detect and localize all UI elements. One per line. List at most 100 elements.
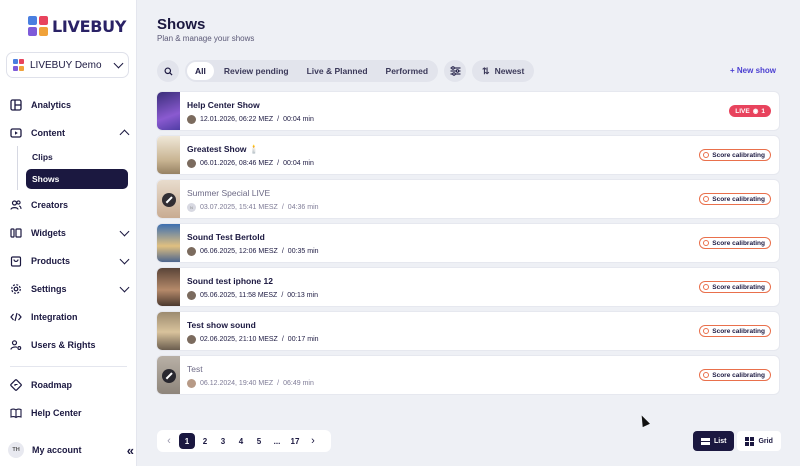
host-avatar: N	[187, 203, 196, 212]
hidden-icon	[162, 193, 176, 207]
status-label: Score calibrating	[712, 283, 765, 291]
show-date: 05.06.2025, 11:58 MESZ	[200, 292, 278, 299]
show-title: Summer Special LIVE	[187, 188, 271, 198]
status-label: Score calibrating	[712, 239, 765, 247]
search-icon	[163, 66, 173, 76]
tab-all[interactable]: All	[187, 62, 214, 80]
logo[interactable]: LIVEBUY	[28, 16, 126, 36]
avatar: TH	[8, 442, 24, 458]
show-title: Help Center Show	[187, 100, 260, 110]
show-row[interactable]: Sound test iphone 12 05.06.2025, 11:58 M…	[156, 267, 780, 307]
code-icon	[10, 312, 22, 322]
show-thumbnail	[157, 356, 180, 394]
page-button[interactable]: 17	[287, 433, 303, 449]
show-meta: 06.06.2025, 12:06 MESZ/00:35 min	[187, 247, 319, 256]
status-label: Score calibrating	[712, 371, 765, 379]
status-label: Score calibrating	[712, 327, 765, 335]
sidebar-item-content[interactable]: Content	[10, 123, 130, 143]
bag-icon	[10, 256, 22, 267]
widgets-icon	[10, 228, 22, 238]
tab-performed[interactable]: Performed	[378, 62, 437, 80]
sidebar-item-label: Integration	[31, 312, 78, 322]
show-meta: 06.01.2026, 08:46 MEZ/00:04 min	[187, 159, 314, 168]
chevron-down-icon	[119, 226, 130, 236]
sort-button[interactable]: ⇅ Newest	[472, 60, 535, 82]
show-row[interactable]: Greatest Show 🕯️ 06.01.2026, 08:46 MEZ/0…	[156, 135, 780, 175]
score-icon	[703, 372, 710, 378]
sidebar-divider	[10, 366, 127, 367]
logo-text: LIVEBUY	[52, 16, 127, 36]
viewer-count: 1	[761, 107, 765, 115]
sidebar-item-help-center[interactable]: Help Center	[10, 403, 128, 423]
search-button[interactable]	[157, 60, 179, 82]
page-title: Shows	[157, 16, 206, 33]
show-duration: 00:17 min	[287, 336, 319, 343]
workspace-select[interactable]: LIVEBUY Demo	[6, 52, 129, 78]
show-title: Test	[187, 364, 203, 374]
account-label: My account	[32, 445, 82, 455]
gear-icon	[11, 284, 21, 294]
users-icon	[10, 200, 22, 210]
page-button[interactable]: 5	[251, 433, 267, 449]
play-icon	[10, 128, 22, 138]
new-show-button[interactable]: + New show	[730, 66, 776, 75]
sidebar-item-widgets[interactable]: Widgets	[10, 223, 130, 243]
page-ellipsis: ...	[273, 436, 281, 446]
score-icon	[703, 328, 710, 334]
tab-live-planned[interactable]: Live & Planned	[299, 62, 376, 80]
meta-separator: /	[281, 292, 284, 299]
score-icon	[703, 284, 710, 290]
sidebar-item-label: Content	[31, 128, 65, 138]
list-view-button[interactable]: List	[693, 431, 735, 451]
show-date: 02.06.2025, 21:10 MESZ	[200, 336, 278, 343]
list-icon	[701, 437, 710, 445]
sidebar-item-creators[interactable]: Creators	[10, 195, 128, 215]
sidebar-item-label: Help Center	[31, 408, 82, 418]
account-menu[interactable]: TH My account «	[8, 440, 135, 460]
show-thumbnail	[157, 224, 180, 262]
sidebar-item-label: Creators	[31, 200, 69, 210]
tab-review-pending[interactable]: Review pending	[216, 62, 297, 80]
sidebar-item-clips[interactable]: Clips	[26, 147, 128, 167]
sidebar-item-roadmap[interactable]: Roadmap	[10, 375, 128, 395]
eye-icon: ◉	[752, 108, 759, 115]
show-thumbnail	[157, 312, 180, 350]
next-page-button[interactable]: ›	[305, 433, 321, 449]
sidebar-item-label: Widgets	[31, 228, 66, 238]
sidebar-item-users-rights[interactable]: Users & Rights	[10, 335, 128, 355]
sort-icon: ⇅	[482, 65, 490, 76]
page-button[interactable]: 2	[197, 433, 213, 449]
sidebar-item-integration[interactable]: Integration	[10, 307, 128, 327]
page-subtitle: Plan & manage your shows	[157, 34, 255, 43]
page-button[interactable]: 4	[233, 433, 249, 449]
grid-view-button[interactable]: Grid	[737, 431, 781, 451]
show-row[interactable]: Test show sound 02.06.2025, 21:10 MESZ/0…	[156, 311, 780, 351]
show-row[interactable]: Sound Test Bertold 06.06.2025, 12:06 MES…	[156, 223, 780, 263]
show-thumbnail	[157, 268, 180, 306]
show-title: Sound Test Bertold	[187, 232, 265, 242]
sidebar-item-products[interactable]: Products	[10, 251, 130, 271]
show-meta: 02.06.2025, 21:10 MESZ/00:17 min	[187, 335, 319, 344]
submenu-line	[17, 146, 18, 190]
show-date: 12.01.2026, 06:22 MEZ	[200, 116, 274, 123]
meta-separator: /	[277, 380, 280, 387]
show-row[interactable]: Test 06.12.2024, 19:40 MEZ/06:49 min Sco…	[156, 355, 780, 395]
sidebar-item-analytics[interactable]: Analytics	[10, 95, 128, 115]
host-avatar	[187, 159, 196, 168]
show-row[interactable]: Summer Special LIVE N 03.07.2025, 15:41 M…	[156, 179, 780, 219]
sidebar-item-settings[interactable]: Settings	[10, 279, 130, 299]
show-thumbnail	[157, 136, 180, 174]
grid-view-label: Grid	[758, 437, 773, 445]
prev-page-button[interactable]: ‹	[161, 433, 177, 449]
page-button[interactable]: 3	[215, 433, 231, 449]
show-row[interactable]: Help Center Show 12.01.2026, 06:22 MEZ/0…	[156, 91, 780, 131]
collapse-sidebar-icon[interactable]: «	[127, 443, 135, 458]
sidebar-item-shows[interactable]: Shows	[26, 169, 128, 189]
filter-settings-button[interactable]	[444, 60, 467, 82]
list-view-label: List	[714, 437, 727, 445]
page-button[interactable]: 1	[179, 433, 195, 449]
workspace-label: LIVEBUY Demo	[30, 59, 102, 71]
mouse-cursor	[638, 413, 650, 428]
status-tabs: All Review pending Live & Planned Perfor…	[185, 60, 439, 82]
show-duration: 04:36 min	[287, 204, 319, 211]
